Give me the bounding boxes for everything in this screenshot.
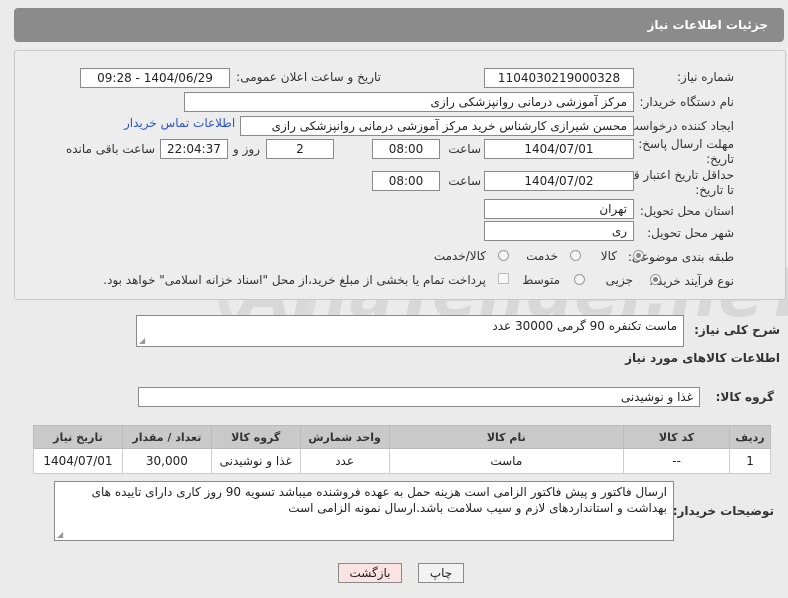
buyer-label: نام دستگاه خریدار:: [639, 95, 735, 109]
category-option-service: خدمت: [526, 249, 558, 263]
category-radio-goods[interactable]: [633, 250, 644, 261]
city-label: شهر محل تحویل:: [647, 226, 734, 240]
validity-time-label: ساعت: [448, 174, 481, 188]
creator-field: محسن شیرازی کارشناس خرید مرکز آموزشی درم…: [240, 116, 634, 136]
treasury-payment-text: پرداخت تمام یا بخشی از مبلغ خرید،از محل …: [103, 273, 486, 287]
province-label: استان محل تحویل:: [639, 204, 734, 218]
goods-section-title: اطلاعات کالاهای مورد نیاز: [625, 351, 780, 365]
col-goods-code: کد کالا: [623, 425, 731, 449]
col-goods-group: گروه کالا: [210, 425, 301, 449]
remaining-label: ساعت باقی مانده: [65, 142, 155, 156]
description-text: ماست تکنفره 90 گرمی 30000 عدد: [492, 319, 677, 333]
buyer-contact-link[interactable]: اطلاعات تماس خریدار: [124, 116, 235, 130]
description-textarea[interactable]: ماست تکنفره 90 گرمی 30000 عدد ◢: [136, 315, 684, 347]
buyer-notes-label: توضیحات خریدار:: [672, 504, 774, 518]
resize-handle-icon: ◢: [139, 336, 146, 345]
need-number-field: 1104030219000328: [484, 68, 634, 88]
col-unit: واحد شمارش: [299, 425, 390, 449]
cell-goods-name: ماست: [388, 448, 625, 474]
days-label: روز و: [233, 142, 260, 156]
cell-goods-code: --: [623, 448, 731, 474]
back-button[interactable]: بازگشت: [338, 563, 402, 583]
deadline-label: مهلت ارسال پاسخ: تا: [627, 137, 734, 151]
page-title: جزئیات اطلاعات نیاز: [647, 18, 768, 32]
city-field: ری: [484, 221, 634, 241]
deadline-date-field: 1404/07/01: [484, 139, 634, 159]
goods-table: ردیف کد کالا نام کالا واحد شمارش گروه کا…: [33, 425, 771, 474]
validity-date-field: 1404/07/02: [484, 171, 634, 191]
cell-need-date: 1404/07/01: [33, 448, 123, 474]
validity-time-field: 08:00: [372, 171, 440, 191]
announce-label: تاریخ و ساعت اعلان عمومی:: [236, 70, 381, 84]
process-option-medium: متوسط: [522, 273, 560, 287]
print-button[interactable]: چاپ: [418, 563, 464, 583]
buyer-notes-text: ارسال فاکتور و پیش فاکتور الزامی است هزی…: [91, 485, 667, 515]
need-number-label: شماره نیاز:: [677, 70, 734, 84]
category-radio-goods-service[interactable]: [498, 250, 509, 261]
creator-label: ایجاد کننده درخواست:: [623, 119, 734, 133]
description-label: شرح کلی نیاز:: [694, 323, 780, 337]
category-radio-service[interactable]: [570, 250, 581, 261]
cell-unit: عدد: [299, 448, 390, 474]
cell-row-number: 1: [729, 448, 771, 474]
cell-goods-group: غذا و نوشیدنی: [210, 448, 301, 474]
table-header-row: ردیف کد کالا نام کالا واحد شمارش گروه کا…: [33, 425, 771, 449]
col-row-number: ردیف: [729, 425, 771, 449]
days-remaining-field: 2: [266, 139, 334, 159]
treasury-payment-checkbox[interactable]: [498, 273, 509, 284]
page-header: جزئیات اطلاعات نیاز: [14, 8, 784, 42]
process-radio-partial[interactable]: [650, 274, 661, 285]
goods-group-label: گروه کالا:: [715, 390, 774, 404]
validity-label-2: تا تاریخ:: [695, 183, 734, 197]
time-remaining-field: 22:04:37: [160, 139, 228, 159]
buyer-field: مرکز آموزشی درمانی روانپزشکی رازی: [184, 92, 634, 112]
table-row: 1 -- ماست عدد غذا و نوشیدنی 30,000 1404/…: [33, 448, 771, 474]
buyer-notes-textarea[interactable]: ارسال فاکتور و پیش فاکتور الزامی است هزی…: [54, 481, 674, 541]
col-quantity: تعداد / مقدار: [121, 425, 212, 449]
goods-group-field: غذا و نوشیدنی: [138, 387, 700, 407]
col-need-date: تاریخ نیاز: [33, 425, 123, 449]
process-option-partial: جزیی: [605, 273, 633, 287]
province-field: تهران: [484, 199, 634, 219]
col-goods-name: نام کالا: [388, 425, 625, 449]
category-option-goods: کالا: [600, 249, 617, 263]
deadline-label-2: تاریخ:: [706, 152, 734, 166]
announce-datetime-field: 1404/06/29 - 09:28: [80, 68, 230, 88]
cell-quantity: 30,000: [121, 448, 212, 474]
deadline-time-field: 08:00: [372, 139, 440, 159]
category-option-goods-service: کالا/خدمت: [433, 249, 486, 263]
process-label: نوع فرآیند خرید :: [649, 274, 734, 288]
deadline-time-label: ساعت: [448, 142, 481, 156]
resize-handle-icon: ◢: [57, 530, 64, 539]
process-radio-medium[interactable]: [574, 274, 585, 285]
